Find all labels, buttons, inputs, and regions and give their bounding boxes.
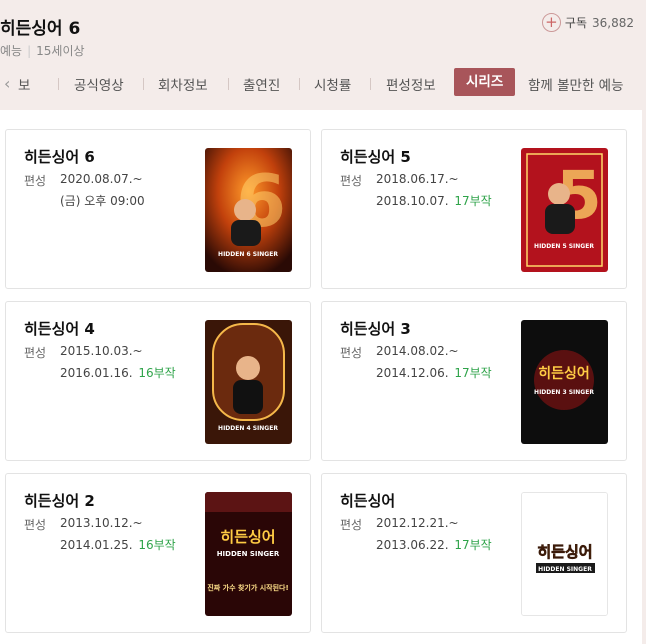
poster-season-5-art: 5 HIDDEN 5 SINGER: [521, 148, 608, 272]
series-card-6[interactable]: 히든싱어 6 편성 2020.08.07.~ (금) 오후 09:00 6 HI…: [5, 129, 311, 289]
tab-schedule[interactable]: 편성정보: [386, 74, 436, 94]
series-panel: 히든싱어 6 편성 2020.08.07.~ (금) 오후 09:00 6 HI…: [0, 110, 642, 644]
program-meta: 예능 | 15세이상: [0, 42, 85, 59]
poster-5-logo: HIDDEN 5 SINGER: [534, 243, 594, 250]
start-date: 2013.10.12.~: [60, 516, 143, 530]
tab-divider: [58, 78, 59, 90]
poster-6-logo: HIDDEN 6 SINGER: [218, 251, 278, 258]
schedule-label: 편성: [340, 174, 363, 188]
end-date: 2013.06.22. 17부작: [376, 536, 492, 553]
svg-text:히든싱어: 히든싱어: [538, 365, 590, 382]
series-card-1[interactable]: 히든싱어 편성 2012.12.21.~ 2013.06.22. 17부작 히든…: [321, 473, 627, 633]
rating-label: 15세이상: [36, 44, 85, 58]
episode-count: 16부작: [138, 366, 176, 380]
plus-icon: +: [541, 13, 561, 32]
start-date: 2015.10.03.~: [60, 344, 143, 358]
broadcast-time: (금) 오후 09:00: [60, 194, 145, 208]
schedule-label: 편성: [24, 174, 47, 188]
series-title[interactable]: 히든싱어 2: [24, 490, 95, 511]
tab-divider: [228, 78, 229, 90]
series-title[interactable]: 히든싱어 4: [24, 318, 95, 339]
genre-label: 예능: [0, 44, 23, 58]
tab-divider: [143, 78, 144, 90]
poster-season-5[interactable]: 5 HIDDEN 5 SINGER: [521, 148, 608, 272]
series-card-5[interactable]: 히든싱어 5 편성 2018.06.17.~ 2018.10.07. 17부작 …: [321, 129, 627, 289]
start-date: 2020.08.07.~: [60, 172, 143, 186]
tab-ratings[interactable]: 시청률: [314, 74, 351, 94]
start-date: 2012.12.21.~: [376, 516, 459, 530]
svg-text:히든싱어: 히든싱어: [537, 543, 592, 561]
end-date-value: 2018.10.07.: [376, 194, 449, 208]
poster-season-2-art: 히든싱어 HIDDEN SINGER 진짜 가수 찾기가 시작된다!: [205, 492, 292, 616]
poster-2-logo: HIDDEN SINGER: [217, 550, 280, 558]
series-title[interactable]: 히든싱어 6: [24, 146, 95, 167]
poster-season-3[interactable]: 히든싱어 HIDDEN 3 SINGER: [521, 320, 608, 444]
poster-season-1[interactable]: 히든싱어 HIDDEN SINGER: [521, 492, 608, 616]
tab-episodes[interactable]: 회차정보: [158, 74, 208, 94]
end-date: 2014.12.06. 17부작: [376, 364, 492, 381]
poster-4-logo: HIDDEN 4 SINGER: [218, 425, 278, 432]
series-title[interactable]: 히든싱어 3: [340, 318, 411, 339]
schedule-label: 편성: [24, 346, 47, 360]
end-date-value: 2014.01.25.: [60, 538, 133, 552]
poster-3-logo: HIDDEN 3 SINGER: [534, 389, 594, 396]
subscribe-label: 구독: [564, 16, 587, 30]
episode-count: 17부작: [454, 194, 492, 208]
series-card-3[interactable]: 히든싱어 3 편성 2014.08.02.~ 2014.12.06. 17부작 …: [321, 301, 627, 461]
meta-divider: |: [27, 44, 32, 58]
program-header: 히든싱어 6 예능 | 15세이상 + 구독 36,882: [0, 0, 646, 64]
tab-cast[interactable]: 출연진: [243, 74, 280, 94]
series-card-2[interactable]: 히든싱어 2 편성 2013.10.12.~ 2014.01.25. 16부작 …: [5, 473, 311, 633]
end-date-value: 2016.01.16.: [60, 366, 133, 380]
tab-official-video[interactable]: 공식영상: [74, 74, 124, 94]
poster-season-3-art: 히든싱어 HIDDEN 3 SINGER: [521, 320, 608, 444]
episode-count: 16부작: [138, 538, 176, 552]
end-date-value: 2013.06.22.: [376, 538, 449, 552]
episode-count: 17부작: [454, 538, 492, 552]
schedule-label: 편성: [340, 346, 363, 360]
schedule-label: 편성: [24, 518, 47, 532]
end-date: 2014.01.25. 16부작: [60, 536, 176, 553]
end-date: 2016.01.16. 16부작: [60, 364, 176, 381]
poster-1-logo: HIDDEN SINGER: [538, 566, 592, 573]
tab-related-shows[interactable]: 함께 볼만한 예능: [528, 74, 624, 94]
poster-season-6[interactable]: 6 HIDDEN 6 SINGER: [205, 148, 292, 272]
end-date-value: 2014.12.06.: [376, 366, 449, 380]
poster-2-slogan: 진짜 가수 찾기가 시작된다!: [207, 583, 288, 592]
poster-season-6-art: 6 HIDDEN 6 SINGER: [205, 148, 292, 272]
schedule-label: 편성: [340, 518, 363, 532]
poster-season-2[interactable]: 히든싱어 HIDDEN SINGER 진짜 가수 찾기가 시작된다!: [205, 492, 292, 616]
tab-divider: [370, 78, 371, 90]
episode-count: 17부작: [454, 366, 492, 380]
subscribe-button[interactable]: + 구독 36,882: [541, 13, 634, 32]
start-date: 2018.06.17.~: [376, 172, 459, 186]
poster-season-4-art: HIDDEN 4 SINGER: [205, 320, 292, 444]
tab-bar: ‹ 보 공식영상 회차정보 출연진 시청률 편성정보 시리즈 함께 볼만한 예능: [0, 68, 646, 100]
series-title[interactable]: 히든싱어 5: [340, 146, 411, 167]
tab-info[interactable]: 보: [18, 74, 30, 94]
poster-season-4[interactable]: HIDDEN 4 SINGER: [205, 320, 292, 444]
series-card-4[interactable]: 히든싱어 4 편성 2015.10.03.~ 2016.01.16. 16부작 …: [5, 301, 311, 461]
page-title: 히든싱어 6: [0, 19, 81, 39]
poster-season-1-art: 히든싱어 HIDDEN SINGER: [522, 493, 607, 615]
start-date: 2014.08.02.~: [376, 344, 459, 358]
chevron-left-icon[interactable]: ‹: [4, 74, 10, 93]
series-title[interactable]: 히든싱어: [340, 490, 395, 511]
tab-series[interactable]: 시리즈: [454, 68, 516, 96]
tab-divider: [299, 78, 300, 90]
svg-text:히든싱어: 히든싱어: [220, 528, 275, 546]
end-date: 2018.10.07. 17부작: [376, 192, 492, 209]
subscribe-count: 36,882: [592, 15, 634, 30]
